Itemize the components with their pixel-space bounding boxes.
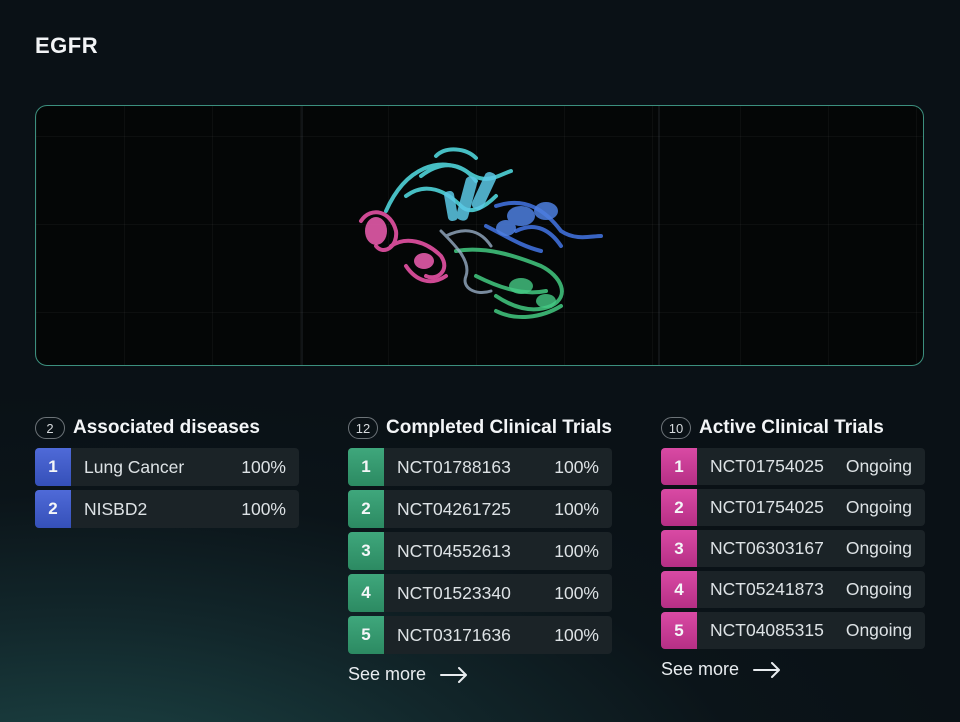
section-header: 2 Associated diseases bbox=[35, 416, 299, 440]
arrow-right-icon bbox=[753, 661, 781, 678]
rank-badge: 1 bbox=[348, 448, 384, 486]
disease-name: NISBD2 bbox=[84, 498, 148, 519]
section-header: 12 Completed Clinical Trials bbox=[348, 416, 612, 440]
rank-badge: 5 bbox=[661, 612, 697, 649]
see-more-label: See more bbox=[661, 659, 740, 679]
trial-id: NCT06303167 bbox=[710, 538, 824, 558]
section-header: 10 Active Clinical Trials bbox=[661, 416, 925, 440]
disease-list: 1 Lung Cancer 100% 2 NISBD2 100% bbox=[35, 448, 299, 528]
list-item[interactable]: 5 NCT03171636 100% bbox=[348, 616, 612, 654]
disease-score: 100% bbox=[241, 498, 286, 519]
count-badge: 12 bbox=[348, 417, 378, 439]
protein-structure-icon bbox=[359, 147, 603, 319]
rank-badge: 1 bbox=[661, 448, 697, 485]
see-more-link[interactable]: See more bbox=[348, 664, 468, 685]
trial-list: 1 NCT01788163 100% 2 NCT04261725 100% 3 … bbox=[348, 448, 612, 654]
trial-score: 100% bbox=[554, 624, 599, 645]
trial-score: 100% bbox=[554, 582, 599, 603]
list-item[interactable]: 1 Lung Cancer 100% bbox=[35, 448, 299, 486]
list-item[interactable]: 3 NCT04552613 100% bbox=[348, 532, 612, 570]
list-item[interactable]: 2 NCT04261725 100% bbox=[348, 490, 612, 528]
trial-id: NCT01523340 bbox=[397, 582, 511, 603]
rank-badge: 4 bbox=[348, 574, 384, 612]
trial-score: 100% bbox=[554, 540, 599, 561]
see-more-label: See more bbox=[348, 664, 427, 684]
viewer-divider bbox=[301, 106, 303, 365]
trial-status: Ongoing bbox=[845, 620, 912, 640]
list-item[interactable]: 2 NISBD2 100% bbox=[35, 490, 299, 528]
trial-status: Ongoing bbox=[845, 579, 912, 599]
trial-id: NCT05241873 bbox=[710, 579, 824, 599]
trial-id: NCT01754025 bbox=[710, 497, 824, 517]
list-item[interactable]: 1 NCT01788163 100% bbox=[348, 448, 612, 486]
protein-structure-viewer[interactable] bbox=[35, 105, 924, 366]
list-item[interactable]: 4 NCT01523340 100% bbox=[348, 574, 612, 612]
list-item[interactable]: 5 NCT04085315 Ongoing bbox=[661, 612, 925, 649]
count-badge: 2 bbox=[35, 417, 65, 439]
disease-name: Lung Cancer bbox=[84, 456, 185, 477]
list-item[interactable]: 2 NCT01754025 Ongoing bbox=[661, 489, 925, 526]
disease-score: 100% bbox=[241, 456, 286, 477]
page-title: EGFR bbox=[35, 33, 99, 58]
section-title: Active Clinical Trials bbox=[699, 417, 884, 438]
count-badge: 10 bbox=[661, 417, 691, 439]
see-more-link[interactable]: See more bbox=[661, 659, 781, 680]
rank-badge: 3 bbox=[348, 532, 384, 570]
rank-badge: 2 bbox=[35, 490, 71, 528]
trial-id: NCT01788163 bbox=[397, 456, 511, 477]
active-trials-section: 10 Active Clinical Trials 1 NCT01754025 … bbox=[661, 416, 925, 680]
completed-trials-section: 12 Completed Clinical Trials 1 NCT017881… bbox=[348, 416, 612, 685]
rank-badge: 3 bbox=[661, 530, 697, 567]
trial-status: Ongoing bbox=[845, 456, 912, 476]
list-item[interactable]: 1 NCT01754025 Ongoing bbox=[661, 448, 925, 485]
trial-id: NCT03171636 bbox=[397, 624, 511, 645]
viewer-divider bbox=[658, 106, 660, 365]
rank-badge: 2 bbox=[661, 489, 697, 526]
rank-badge: 2 bbox=[348, 490, 384, 528]
trial-score: 100% bbox=[554, 456, 599, 477]
associated-diseases-section: 2 Associated diseases 1 Lung Cancer 100%… bbox=[35, 416, 299, 532]
trial-status: Ongoing bbox=[845, 538, 912, 558]
trial-list: 1 NCT01754025 Ongoing 2 NCT01754025 Ongo… bbox=[661, 448, 925, 649]
rank-badge: 4 bbox=[661, 571, 697, 608]
list-item[interactable]: 4 NCT05241873 Ongoing bbox=[661, 571, 925, 608]
trial-score: 100% bbox=[554, 498, 599, 519]
arrow-right-icon bbox=[440, 666, 468, 683]
trial-id: NCT04261725 bbox=[397, 498, 511, 519]
section-title: Associated diseases bbox=[73, 417, 260, 438]
trial-id: NCT04085315 bbox=[710, 620, 824, 640]
list-item[interactable]: 3 NCT06303167 Ongoing bbox=[661, 530, 925, 567]
trial-id: NCT04552613 bbox=[397, 540, 511, 561]
rank-badge: 5 bbox=[348, 616, 384, 654]
trial-id: NCT01754025 bbox=[710, 456, 824, 476]
section-title: Completed Clinical Trials bbox=[386, 417, 612, 438]
rank-badge: 1 bbox=[35, 448, 71, 486]
trial-status: Ongoing bbox=[845, 497, 912, 517]
